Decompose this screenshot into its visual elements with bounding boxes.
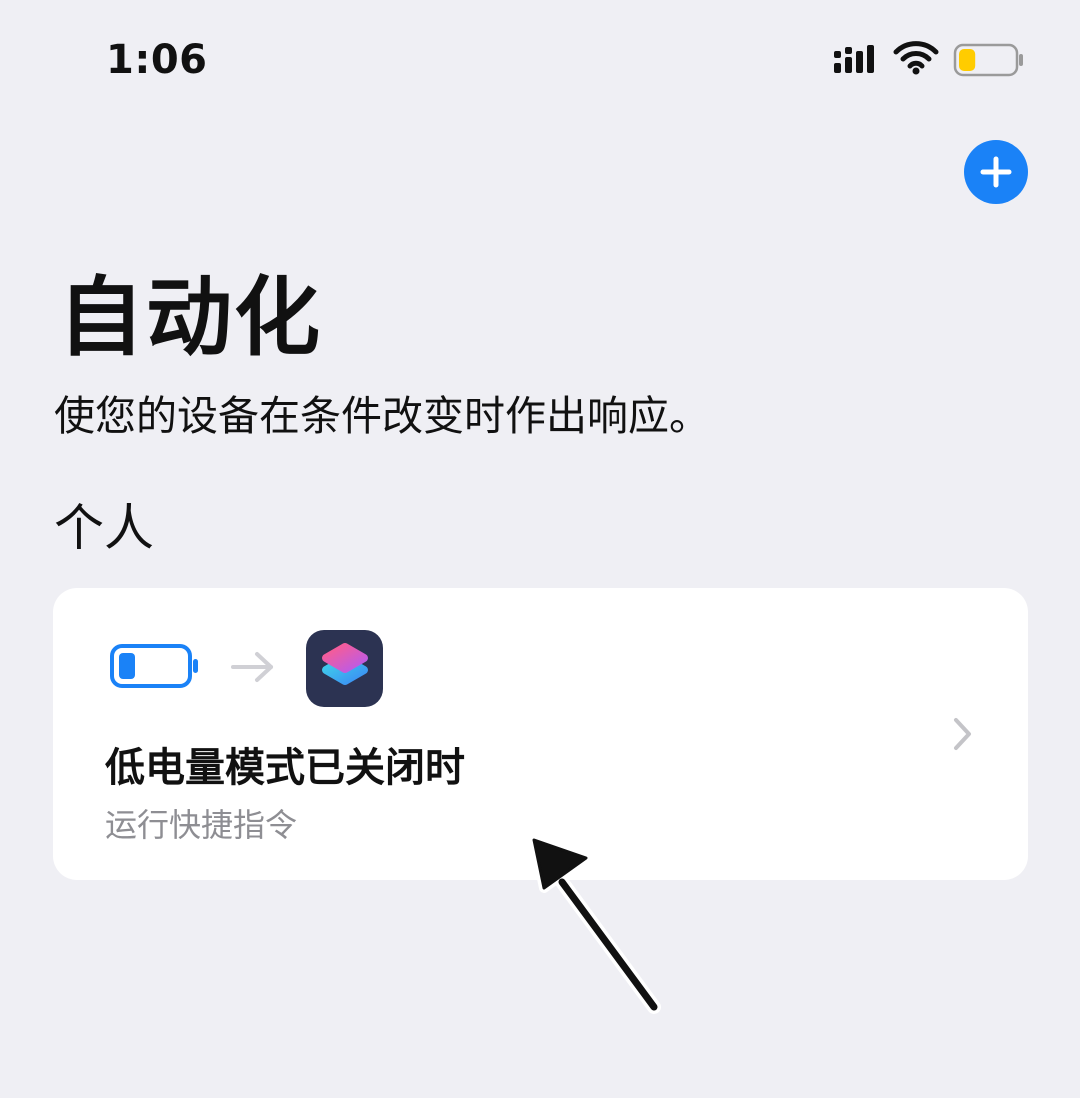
- pointer-arrow-icon: [529, 835, 661, 1014]
- battery-icon: [953, 43, 1023, 77]
- shortcuts-app-icon: [306, 630, 383, 707]
- chevron-right-icon: [954, 718, 971, 750]
- status-time: 1:06: [106, 37, 208, 83]
- cellular-signal-icon: [834, 45, 874, 73]
- automation-title: 低电量模式已关闭时: [105, 745, 465, 791]
- battery-icon: [110, 644, 198, 688]
- section-title-personal: 个人: [54, 499, 154, 557]
- add-automation-button[interactable]: [964, 140, 1028, 204]
- page-title: 自动化: [58, 268, 322, 368]
- arrow-right-icon: [231, 652, 273, 682]
- plus-icon: [980, 156, 1012, 188]
- automation-subtitle: 运行快捷指令: [105, 806, 298, 844]
- page-subtitle: 使您的设备在条件改变时作出响应。: [54, 392, 710, 440]
- wifi-icon: [893, 41, 939, 75]
